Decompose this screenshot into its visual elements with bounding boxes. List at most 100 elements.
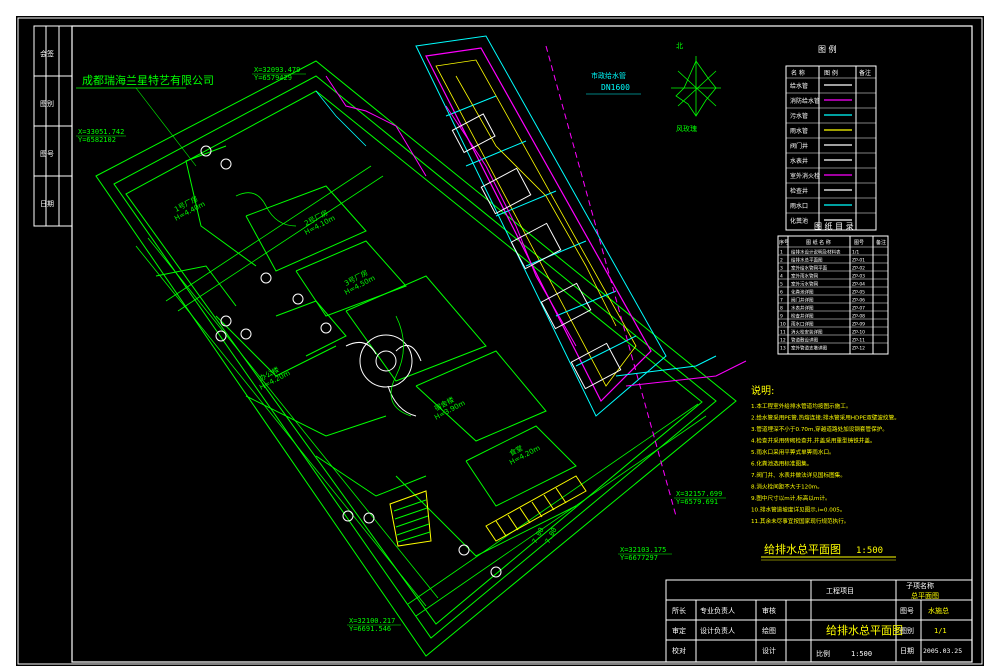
site-plan-svg: 会签 图别 图号 日期 成都瑞海兰星特艺有限公司 市政给水管 DN1600 X=…: [17, 17, 983, 665]
drawing-list-cell: 12: [780, 338, 786, 344]
north-label: 北: [676, 42, 683, 50]
svg-text:X=33051.742: X=33051.742: [78, 128, 124, 136]
building-label: 2号厂房 H=4.10m: [303, 208, 337, 237]
svg-text:X=32103.175: X=32103.175: [620, 546, 666, 554]
drawing-list-cell: ZP-09: [852, 322, 865, 328]
drawing-list-cell: 检查井详图: [791, 313, 814, 320]
legend-row-label: 水表井: [790, 157, 808, 165]
date-value: 2005.03.25: [923, 647, 962, 655]
drawing-list-cell: 2: [780, 258, 783, 264]
drawing-no: 水施总: [928, 606, 949, 615]
company-label: 成都瑞海兰星特艺有限公司: [82, 73, 214, 87]
building-label: 食堂 H=4.20m: [508, 443, 542, 467]
legend-row-label: 阀门井: [790, 142, 808, 150]
note-line: 1.本工程室外给排水管道均按图示施工。: [751, 402, 851, 410]
drawing-list-cell: ZP-11: [852, 338, 865, 344]
svg-text:备注: 备注: [876, 239, 886, 246]
pipe-label: 市政给水管: [591, 71, 626, 80]
dimension-label: 7.00: [544, 526, 559, 545]
coordinate-callout: X=32100.217 Y=6691.546: [347, 617, 401, 633]
note-line: 3.管道埋深不小于0.70m,穿越道路处加设钢套管保护。: [751, 425, 888, 433]
drawing-viewport: 会签 图别 图号 日期 成都瑞海兰星特艺有限公司 市政给水管 DN1600 X=…: [0, 0, 1000, 666]
sidebar-label: 图别: [40, 99, 54, 108]
drawing-list-cell: ZP-04: [852, 282, 865, 288]
drawing-list-title: 图 纸 目 录: [814, 221, 854, 231]
drawing-list-cell: ZP-06: [852, 298, 865, 304]
notes-title: 说明:: [751, 384, 774, 397]
svg-text:Y=6691.546: Y=6691.546: [349, 625, 391, 633]
role-label: 设计负责人: [700, 626, 735, 635]
drawing-list-cell: 水表井详图: [791, 305, 814, 312]
legend-row-label: 污水管: [790, 112, 808, 120]
drawing-name: 给排水总平面图: [826, 623, 903, 637]
drawing-list-cell: 8: [780, 306, 783, 312]
legend-row-label: 检查井: [790, 187, 808, 195]
design-notes: 说明: 1.本工程室外给排水管道均按图示施工。 2.给水管采用PE管,热熔连接;排…: [751, 384, 900, 525]
drawing-list-cell: ZP-01: [852, 258, 865, 264]
drawing-list-cell: 化粪池详图: [791, 289, 814, 296]
svg-text:X=32157.699: X=32157.699: [676, 490, 722, 498]
note-line: 2.给水管采用PE管,热熔连接;排水管采用HDPE双壁波纹管。: [751, 414, 900, 422]
role-label: 所长: [672, 606, 686, 615]
drawing-list-cell: 13: [780, 346, 786, 352]
legend-row-label: 雨水口: [790, 202, 808, 210]
svg-text:备注: 备注: [859, 69, 871, 77]
legend-title: 图 例: [818, 44, 837, 54]
svg-text:Y=6582102: Y=6582102: [78, 136, 116, 144]
date-label: 日期: [900, 647, 914, 655]
role-label: 审核: [762, 606, 776, 615]
drawing-list-cell: 1/1: [852, 250, 859, 256]
svg-text:Y=6677297: Y=6677297: [620, 554, 658, 562]
building-label: 1号厂房 H=4.40m: [173, 194, 207, 223]
legend-row-label: 室外消火栓: [790, 172, 820, 180]
drawing-list-cell: 管道敷设详图: [791, 337, 818, 344]
hatched-bed: [389, 490, 432, 547]
svg-text:X=32093.479: X=32093.479: [254, 66, 300, 74]
drawing-list-cell: 消火栓安装详图: [791, 329, 823, 336]
drawing-list-cell: ZP-08: [852, 314, 865, 320]
plan-scale: 1:500: [856, 546, 883, 556]
sidebar-label: 日期: [40, 200, 54, 208]
coordinate-callout: X=32157.699 Y=6579.691: [674, 490, 726, 506]
sidebar-label: 图号: [40, 150, 54, 158]
building-label: 3号厂房 H=4.50m: [343, 268, 377, 297]
drawing-list-cell: 室外管道支墩详图: [791, 345, 827, 352]
drawing-list-cell: 9: [780, 314, 783, 320]
coordinate-callout: X=32103.175 Y=6677297: [618, 546, 672, 562]
site-boundary: [95, 60, 737, 657]
svg-text:图号: 图号: [854, 240, 864, 246]
role-label: 校对: [672, 646, 686, 655]
drawing-list-cell: 室外雨水管网: [791, 273, 818, 280]
drawing-list-cell: 给排水设计说明及材料表: [791, 249, 841, 256]
svg-text:Y=6579429: Y=6579429: [254, 74, 292, 82]
note-line: 6.化粪池选用标准图集。: [751, 460, 812, 468]
note-line: 10.排水管道坡度详见图示,i=0.005。: [751, 506, 845, 514]
legend-row-label: 消防给水管: [790, 97, 820, 105]
role-label: 绘图: [762, 626, 776, 635]
drawing-list-cell: 室外给水管网平面: [791, 265, 827, 272]
plan-title: 给排水总平面图: [764, 542, 841, 556]
drawing-list-cell: ZP-07: [852, 306, 865, 312]
drawing-list-cell: ZP-03: [852, 274, 865, 280]
sheet-value: 1/1: [934, 627, 947, 635]
svg-text:X=32100.217: X=32100.217: [349, 617, 395, 625]
building-label: 办公楼 H=4.20m: [258, 365, 292, 392]
north-caption: 风玫瑰: [676, 124, 697, 133]
drawing-list-cell: 7: [780, 298, 783, 304]
svg-text:图 纸 名 称: 图 纸 名 称: [806, 239, 831, 246]
svg-text:Y=6579.691: Y=6579.691: [676, 498, 718, 506]
drawing-list-cell: 1: [780, 250, 783, 256]
legend-table: 图 例 名 称 图 例 备注 给水管消防给水管污水管雨水管阀门井水表井室外消火栓…: [785, 44, 877, 231]
cad-sheet: 会签 图别 图号 日期 成都瑞海兰星特艺有限公司 市政给水管 DN1600 X=…: [16, 16, 984, 666]
stage-value: 总平面图: [911, 591, 939, 600]
drawing-list-cell: 给排水总平面图: [791, 257, 823, 264]
drawing-no-label: 图号: [900, 607, 914, 615]
project-label: 工程项目: [826, 586, 854, 595]
note-line: 9.图中尺寸以m计,标高以m计。: [751, 494, 831, 502]
hydrant-symbol: [200, 145, 502, 578]
note-line: 4.检查井采用砖砌检查井,井盖采用重型铸铁井盖。: [751, 437, 876, 445]
coordinate-callout: X=32093.479 Y=6579429: [252, 66, 306, 82]
drawing-list-cell: 3: [780, 266, 783, 272]
sheet-label: 图别: [900, 626, 914, 635]
scale-label: 比例: [816, 649, 830, 658]
